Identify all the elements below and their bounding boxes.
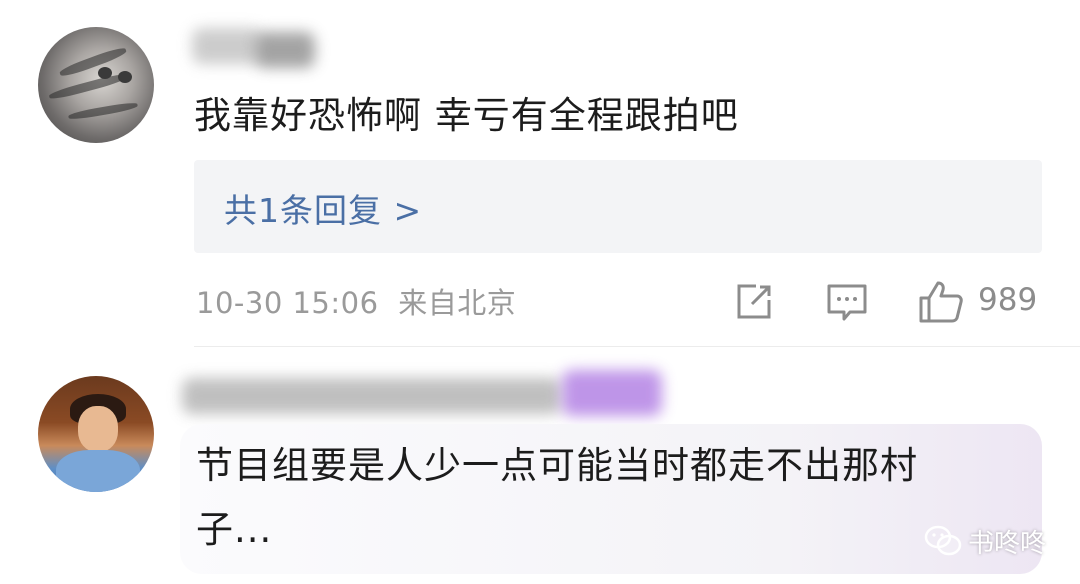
username-blurred-2[interactable] bbox=[182, 378, 562, 414]
comment-divider bbox=[194, 346, 1080, 347]
username-badge-blurred bbox=[562, 370, 662, 416]
user-avatar-1[interactable] bbox=[38, 27, 154, 143]
view-replies-link[interactable]: 共1条回复 > bbox=[224, 184, 422, 232]
timestamp: 10-30 15:06 bbox=[196, 286, 379, 320]
comment-meta: 10-30 15:06 来自北京 bbox=[196, 280, 516, 322]
share-icon[interactable] bbox=[734, 282, 774, 322]
watermark-text: 书咚咚 bbox=[968, 528, 1047, 559]
like-icon[interactable] bbox=[918, 280, 964, 324]
username-blurred-1[interactable] bbox=[192, 28, 262, 64]
wechat-icon bbox=[924, 525, 962, 556]
like-count: 989 bbox=[978, 282, 1038, 318]
comment-text-2-line2: 子... bbox=[196, 508, 273, 551]
comment-text-2-line1: 节目组要是人少一点可能当时都走不出那村 bbox=[196, 444, 918, 487]
reply-box[interactable]: 共1条回复 > bbox=[194, 160, 1042, 253]
watermark: 书咚咚 bbox=[924, 521, 1046, 561]
username-blurred-1b bbox=[255, 32, 315, 68]
user-avatar-2[interactable] bbox=[38, 376, 154, 492]
comment-icon[interactable] bbox=[826, 282, 868, 324]
comment-text-1: 我靠好恐怖啊 幸亏有全程跟拍吧 bbox=[194, 94, 739, 137]
location: 来自北京 bbox=[398, 286, 517, 320]
